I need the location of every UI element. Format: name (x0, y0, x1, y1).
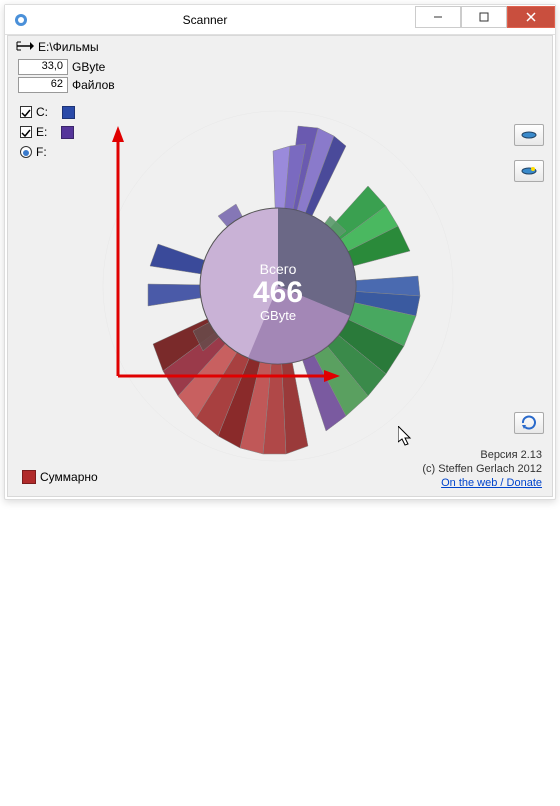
size-unit: GByte (72, 60, 105, 74)
version-label: Версия 2.13 (422, 448, 542, 462)
files-value: 62 (18, 77, 68, 93)
drive-label: E: (36, 125, 47, 139)
copyright-label: (c) Steffen Gerlach 2012 (422, 462, 542, 476)
drive-label: F: (36, 145, 47, 159)
rescan-alt-button[interactable] (514, 160, 544, 182)
sunburst-chart[interactable]: Всего 466 GByte (68, 96, 488, 476)
files-unit: Файлов (72, 78, 115, 92)
close-button[interactable] (507, 6, 555, 28)
path-row: E:\Фильмы (8, 36, 552, 58)
center-value: 466 (253, 276, 303, 309)
drive-checkbox[interactable] (20, 106, 32, 118)
current-path[interactable]: E:\Фильмы (38, 40, 99, 54)
donate-link[interactable]: On the web / Donate (441, 477, 542, 489)
center-label-bottom: GByte (260, 308, 296, 323)
drive-radio[interactable] (20, 146, 32, 158)
rescan-button[interactable] (514, 124, 544, 146)
path-arrow-icon (16, 39, 34, 55)
summary-label: Суммарно (40, 470, 98, 484)
summary-color-swatch (22, 470, 36, 484)
maximize-button[interactable] (461, 6, 507, 28)
refresh-button[interactable] (514, 412, 544, 434)
drive-checkbox[interactable] (20, 126, 32, 138)
window-title: Scanner (0, 13, 415, 27)
summary-legend[interactable]: Суммарно (22, 470, 98, 484)
size-value: 33,0 (18, 59, 68, 75)
minimize-button[interactable] (415, 6, 461, 28)
window-titlebar: Scanner (5, 5, 555, 35)
drive-label: C: (36, 105, 48, 119)
footer: Версия 2.13 (c) Steffen Gerlach 2012 On … (422, 448, 542, 490)
client-area: E:\Фильмы 33,0 GByte 62 Файлов C: E: F: (7, 35, 553, 497)
center-label-top: Всего (260, 261, 297, 277)
